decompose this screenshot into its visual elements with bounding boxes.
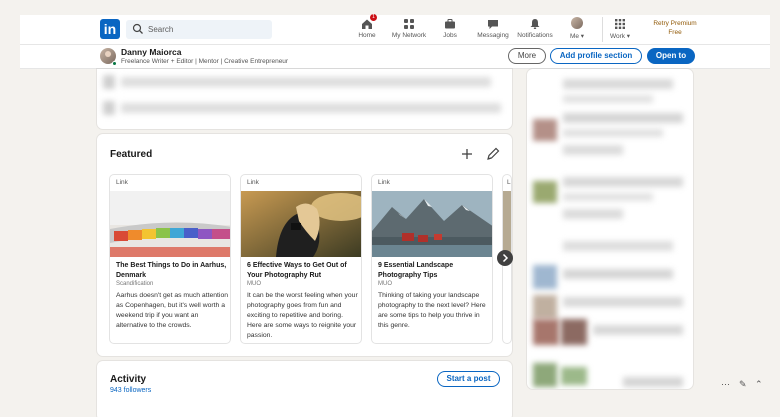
nav-messaging[interactable]: Messaging: [475, 17, 511, 43]
featured-item-source: MUO: [378, 281, 392, 287]
linkedin-logo[interactable]: in: [100, 19, 120, 39]
profile-headline: Freelance Writer + Editor | Mentor | Cre…: [121, 58, 289, 65]
top-navigation: in 1 Home My Network Jobs Messaging: [20, 14, 770, 45]
featured-item-title: The Best Things to Do in Aarhus, Denmark: [116, 262, 227, 279]
blurred-avatar: [533, 119, 557, 141]
premium-line1: Retry Premium: [653, 20, 697, 27]
featured-item-source: Scandification: [116, 281, 154, 287]
featured-item-type: L: [507, 179, 511, 186]
featured-item-type: Link: [378, 179, 390, 186]
blurred-text: [563, 113, 683, 123]
featured-item-description: It can be the worst feeling when your ph…: [247, 292, 358, 339]
blurred-text: [563, 79, 673, 89]
blurred-text: [563, 209, 623, 219]
featured-item-type: Link: [116, 179, 128, 186]
compose-icon[interactable]: ✎: [739, 379, 747, 390]
featured-item-image: [110, 191, 230, 257]
blurred-avatar: [533, 363, 557, 387]
featured-item-image: [503, 191, 511, 257]
featured-item-title: 6 Effective Ways to Get Out of Your Phot…: [247, 262, 347, 279]
blurred-avatar: [533, 319, 559, 345]
chevron-right-icon: [502, 253, 509, 263]
featured-item-title: 9 Essential Landscape Photography Tips: [378, 262, 454, 279]
featured-item-image: [241, 191, 361, 257]
activity-section: Activity 943 followers Start a post: [97, 361, 512, 417]
blurred-avatar: [533, 265, 557, 289]
blurred-text: [563, 269, 673, 279]
grid-icon: [614, 17, 626, 29]
featured-item-description: Aarhus doesn't get as much attention as …: [116, 292, 229, 329]
blurred-text: [563, 297, 683, 307]
blurred-text: [121, 103, 501, 113]
blurred-text: [563, 129, 663, 137]
blurred-text: [121, 77, 491, 87]
nav-label: Work ▾: [609, 33, 631, 40]
activity-title: Activity: [110, 374, 147, 385]
nav-my-network[interactable]: My Network: [389, 17, 429, 43]
featured-title: Featured: [110, 149, 153, 160]
blurred-text: [593, 325, 683, 335]
blurred-avatar: [561, 319, 587, 345]
messaging-controls: ⋯ ✎ ⌃: [717, 378, 770, 392]
premium-line2: Free: [668, 29, 682, 36]
search-input[interactable]: [148, 22, 266, 37]
briefcase-icon: [444, 17, 456, 29]
home-icon: 1: [361, 14, 377, 29]
featured-item-image: [372, 191, 492, 257]
blurred-text: [563, 241, 673, 251]
blurred-text: [563, 177, 683, 187]
nav-divider: [602, 17, 603, 42]
start-post-button[interactable]: Start a post: [437, 371, 500, 387]
open-to-button[interactable]: Open to: [647, 48, 695, 64]
featured-section: Featured Link The Best Things to Do in A…: [97, 134, 513, 356]
blurred-icon: [103, 101, 115, 115]
nav-label: My Network: [391, 32, 427, 39]
nav-label: Notifications: [517, 32, 553, 39]
blurred-avatar: [533, 295, 557, 319]
blurred-text: [623, 377, 683, 387]
blurred-text: [563, 193, 653, 201]
nav-label: Me ▾: [569, 33, 585, 40]
sticky-profile-bar: Danny Maiorca Freelance Writer + Editor …: [20, 45, 770, 69]
premium-link[interactable]: Retry Premium Free: [640, 19, 710, 37]
blurred-avatar: [561, 367, 587, 385]
profile-name: Danny Maiorca: [121, 47, 182, 57]
carousel-next-button[interactable]: [497, 250, 513, 266]
nav-home[interactable]: 1 Home: [356, 14, 378, 43]
bell-icon: [529, 17, 541, 29]
messaging-icon: [487, 17, 499, 29]
chevron-up-icon[interactable]: ⌃: [755, 379, 763, 390]
featured-item-source: MUO: [247, 281, 261, 287]
nav-notifications[interactable]: Notifications: [516, 17, 554, 43]
right-rail-blurred: [527, 69, 693, 389]
nav-me[interactable]: Me ▾: [566, 17, 588, 43]
featured-item[interactable]: Link The Best Things to Do in Aarhus, De…: [109, 174, 231, 344]
network-icon: [403, 17, 415, 29]
featured-item-description: Thinking of taking your landscape photog…: [378, 292, 486, 329]
add-icon[interactable]: [459, 146, 475, 162]
blurred-text: [563, 145, 623, 155]
edit-pencil-icon[interactable]: [485, 146, 501, 162]
add-profile-section-button[interactable]: Add profile section: [550, 48, 642, 64]
nav-label: Home: [358, 32, 376, 39]
nav-jobs[interactable]: Jobs: [440, 17, 460, 43]
blurred-icon: [103, 75, 115, 89]
featured-item-type: Link: [247, 179, 259, 186]
search-box[interactable]: [126, 20, 272, 39]
online-status-icon: [112, 61, 117, 66]
blurred-text: [563, 95, 653, 103]
blurred-avatar: [533, 181, 557, 203]
notification-badge: 1: [370, 14, 377, 21]
more-options-icon[interactable]: ⋯: [721, 379, 730, 390]
nav-label: Messaging: [477, 32, 509, 39]
followers-count[interactable]: 943 followers: [110, 387, 151, 394]
featured-item[interactable]: Link 9 Essential Landscape Photography T…: [371, 174, 493, 344]
profile-details-card: [97, 69, 512, 129]
nav-work[interactable]: Work ▾: [608, 17, 632, 43]
nav-label: Jobs: [443, 32, 457, 39]
more-button[interactable]: More: [508, 48, 546, 64]
search-icon: [132, 23, 143, 34]
featured-item[interactable]: Link 6 Effective Ways to Get Out of Your…: [240, 174, 362, 344]
avatar-icon: [571, 17, 583, 29]
